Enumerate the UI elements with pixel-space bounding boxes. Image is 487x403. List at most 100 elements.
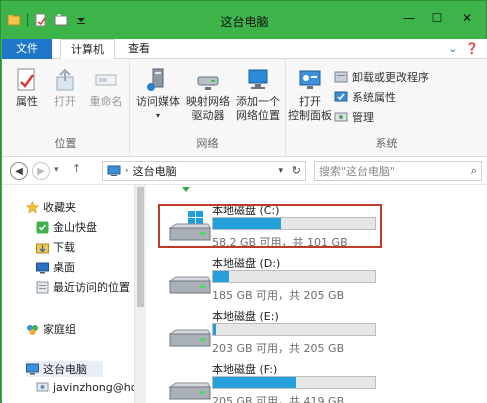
drives-list: 本地磁盘 (C:) 58.2 GB 可用，共 101 GB 本地磁盘 (D:) 185…: [146, 185, 487, 403]
ribbon-group-system: 打开 控制面板 卸载或更改程序 系统属性 管理 系统: [286, 59, 487, 157]
open-control-panel-button[interactable]: 打开 控制面板: [288, 67, 332, 123]
nav-label: 这台电脑: [43, 363, 87, 376]
address-box[interactable]: › 这台电脑 ▾ ↻: [102, 161, 306, 181]
tab-view[interactable]: 查看: [118, 39, 160, 59]
rename-icon: [95, 74, 117, 86]
system-properties-button[interactable]: 系统属性: [334, 89, 396, 105]
nav-item-downloads[interactable]: 下载: [36, 239, 75, 255]
address-path: 这台电脑: [132, 165, 177, 178]
rename-button[interactable]: 重命名: [86, 67, 126, 109]
manage-label: 管理: [352, 111, 374, 124]
title-bar: 这台电脑 — ☐ ✕: [1, 1, 487, 39]
nav-label: 收藏夹: [43, 201, 76, 214]
open-icon: [56, 68, 74, 91]
search-icon: ⌕: [470, 164, 477, 177]
drive-usage-fill: [213, 324, 217, 335]
open-label: 打开: [54, 95, 76, 108]
network-group-label: 网络: [196, 137, 219, 150]
drive-usage-fill: [213, 377, 296, 388]
nav-item-favorites[interactable]: 收藏夹: [26, 199, 76, 215]
hard-drive-icon: [168, 276, 211, 294]
nav-label: 最近访问的位置: [53, 281, 130, 294]
properties-button[interactable]: 属性: [12, 67, 42, 109]
manage-button[interactable]: 管理: [334, 109, 374, 125]
maximize-button[interactable]: ☐: [425, 9, 449, 27]
nav-item-this-pc[interactable]: 这台电脑: [26, 361, 103, 377]
address-dropdown-icon[interactable]: ▾: [278, 166, 283, 176]
map-drive-label-1: 映射网络: [186, 95, 230, 108]
scrollbar-thumb[interactable]: [137, 187, 144, 307]
drive-name: 本地磁盘 (E:): [212, 310, 279, 323]
manage-icon: [334, 112, 348, 122]
search-input[interactable]: 搜索"这台电脑" ⌕: [314, 161, 482, 181]
breadcrumb-separator-icon: ›: [125, 166, 129, 176]
nav-item-desktop[interactable]: 桌面: [36, 259, 75, 275]
nav-item-kuaipan[interactable]: 金山快盘: [36, 219, 97, 235]
minimize-button[interactable]: —: [397, 9, 421, 27]
drive-usage-bar: [212, 323, 376, 336]
drive-free-space: 185 GB 可用，共 205 GB: [212, 289, 345, 302]
user-icon: [36, 382, 49, 392]
drive-usage-bar: [212, 376, 376, 389]
system-properties-label: 系统属性: [352, 91, 396, 104]
open-button[interactable]: 打开: [50, 67, 80, 109]
nav-label: 桌面: [53, 261, 75, 274]
nav-item-user[interactable]: javinzhong@ho: [36, 381, 134, 394]
download-folder-icon: [36, 243, 49, 253]
open-cp-label-1: 打开: [299, 95, 321, 108]
ribbon-group-location: 属性 打开 重命名 位置: [2, 59, 130, 157]
tab-computer[interactable]: 计算机: [60, 39, 115, 60]
hard-drive-icon: [168, 382, 211, 400]
open-cp-label-2: 控制面板: [288, 109, 332, 122]
homegroup-icon: [27, 324, 38, 335]
system-properties-icon: [334, 91, 348, 102]
control-panel-icon: [299, 70, 321, 89]
drive-item[interactable]: 本地磁盘 (E:) 203 GB 可用，共 205 GB: [160, 308, 380, 355]
star-icon: [26, 200, 39, 214]
computer-small-icon: [107, 165, 121, 176]
kuaipan-icon: [36, 221, 49, 233]
hard-drive-icon: [168, 329, 211, 347]
expand-ribbon-icon[interactable]: ⌄: [448, 42, 457, 55]
nav-item-recent[interactable]: 最近访问的位置: [36, 279, 130, 295]
nav-pane-scrollbar[interactable]: [134, 185, 146, 403]
access-media-button[interactable]: 访问媒体 ▾: [134, 67, 182, 123]
drive-name: 本地磁盘 (D:): [212, 257, 281, 270]
drive-usage-bar: [212, 270, 376, 283]
map-drive-label-2: 驱动器: [191, 109, 225, 122]
ribbon: 属性 打开 重命名 位置 访问媒体 ▾ 映射网络 驱动器 添加一个 网络位置 网…: [2, 59, 487, 157]
nav-item-homegroup[interactable]: 家庭组: [26, 321, 76, 337]
drive-usage-fill: [213, 271, 230, 282]
uninstall-program-button[interactable]: 卸载或更改程序: [334, 69, 429, 85]
properties-icon: [17, 68, 35, 91]
navigation-pane: 收藏夹 金山快盘 下载 桌面 最近访问的位置 家庭组 这台电脑 javinzho…: [2, 185, 134, 403]
back-button[interactable]: ◀: [10, 162, 28, 180]
close-button[interactable]: ✕: [455, 9, 479, 27]
add-location-label-2: 网络位置: [236, 109, 280, 122]
ribbon-extra-controls: ⌄ ❓: [448, 42, 479, 55]
drive-item[interactable]: 本地磁盘 (D:) 185 GB 可用，共 205 GB: [160, 255, 380, 302]
forward-button[interactable]: ▶: [32, 162, 50, 180]
drive-name: 本地磁盘 (F:): [212, 363, 278, 376]
drive-free-space: 203 GB 可用，共 205 GB: [212, 342, 345, 355]
recent-locations-dropdown-icon[interactable]: ▾: [54, 165, 59, 175]
drive-free-space: 205 GB 可用，共 419 GB: [212, 395, 345, 403]
ribbon-group-network: 访问媒体 ▾ 映射网络 驱动器 添加一个 网络位置 网络: [130, 59, 286, 157]
up-button[interactable]: ↑: [72, 162, 81, 175]
address-bar-row: ◀ ▶ ▾ ↑ › 这台电脑 ▾ ↻ 搜索"这台电脑" ⌕: [2, 157, 487, 185]
tab-file[interactable]: 文件: [2, 39, 52, 59]
refresh-icon[interactable]: ↻: [292, 164, 301, 177]
map-network-drive-button[interactable]: 映射网络 驱动器: [184, 67, 232, 123]
add-network-location-button[interactable]: 添加一个 网络位置: [234, 67, 282, 123]
content-area: 收藏夹 金山快盘 下载 桌面 最近访问的位置 家庭组 这台电脑 javinzho…: [2, 185, 487, 403]
drive-item[interactable]: 本地磁盘 (F:) 205 GB 可用，共 419 GB: [160, 361, 380, 403]
help-icon[interactable]: ❓: [465, 42, 479, 55]
media-server-icon: [147, 68, 164, 91]
explorer-window: 这台电脑 — ☐ ✕ 文件 计算机 查看 ⌄ ❓ 属性 打开 重命名 位置 访问…: [0, 0, 487, 403]
uninstall-label: 卸载或更改程序: [352, 71, 429, 84]
desktop-icon: [36, 262, 49, 273]
map-drive-icon: [197, 76, 219, 90]
nav-label: 家庭组: [43, 323, 76, 336]
collapse-group-icon[interactable]: [182, 187, 190, 192]
access-media-dropdown-icon: ▾: [155, 111, 160, 120]
